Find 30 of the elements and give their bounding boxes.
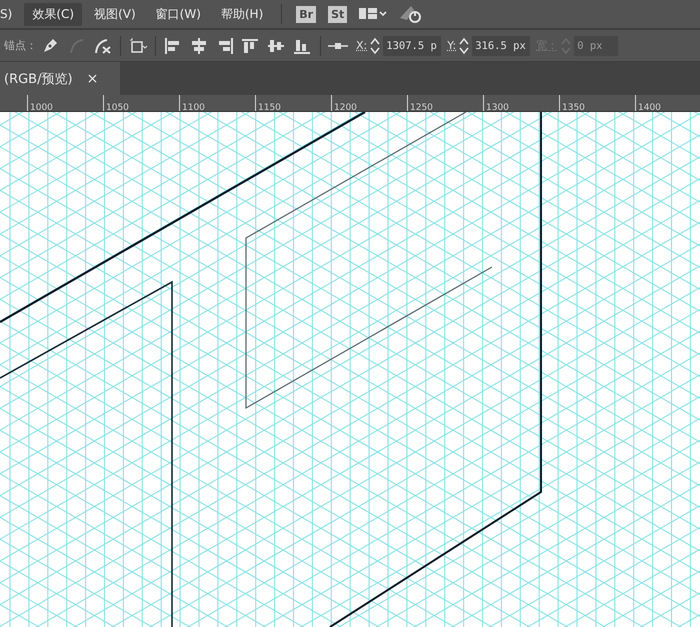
transform-box-icon[interactable] xyxy=(128,36,148,54)
field-label: X: xyxy=(356,39,368,52)
align-center-icon[interactable] xyxy=(189,36,209,54)
field-label: Y: xyxy=(447,39,456,52)
menu-item[interactable]: 视图(V) xyxy=(86,2,144,26)
gpu-performance-icon[interactable] xyxy=(399,4,424,24)
ruler-label: 1100 xyxy=(181,103,205,111)
ruler-label: 1400 xyxy=(637,103,661,111)
document-tab-title[interactable]: (RGB/预览) xyxy=(4,70,73,88)
menu-item[interactable]: 窗口(W) xyxy=(148,2,209,26)
app-launcher-button[interactable]: St xyxy=(328,6,348,22)
ruler-label: 1350 xyxy=(561,103,585,111)
ruler-label: 1200 xyxy=(333,103,357,111)
ruler-label: 1250 xyxy=(409,103,433,111)
menu-item[interactable]: S) xyxy=(0,4,20,24)
ruler-label: 1000 xyxy=(29,103,53,111)
cut-path-icon[interactable] xyxy=(93,36,113,54)
coordinate-field[interactable]: 1307.5 p xyxy=(383,36,442,56)
ruler-label: 1050 xyxy=(105,103,129,111)
menu-item[interactable]: 效果(C) xyxy=(24,2,82,26)
app-launcher-button[interactable]: Br xyxy=(296,6,316,22)
coordinate-field[interactable]: 316.5 px xyxy=(472,36,530,56)
document-tab[interactable]: (RGB/预览) × xyxy=(0,62,120,95)
ruler-label: 1150 xyxy=(257,103,281,111)
close-icon[interactable]: × xyxy=(86,70,98,86)
align-top-icon[interactable] xyxy=(241,36,261,54)
menu-item[interactable]: 帮助(H) xyxy=(212,2,272,26)
anchor-label: 锚点： xyxy=(4,38,37,53)
ruler-label: 1300 xyxy=(485,103,509,111)
workspace-layout-icon[interactable] xyxy=(359,7,388,21)
